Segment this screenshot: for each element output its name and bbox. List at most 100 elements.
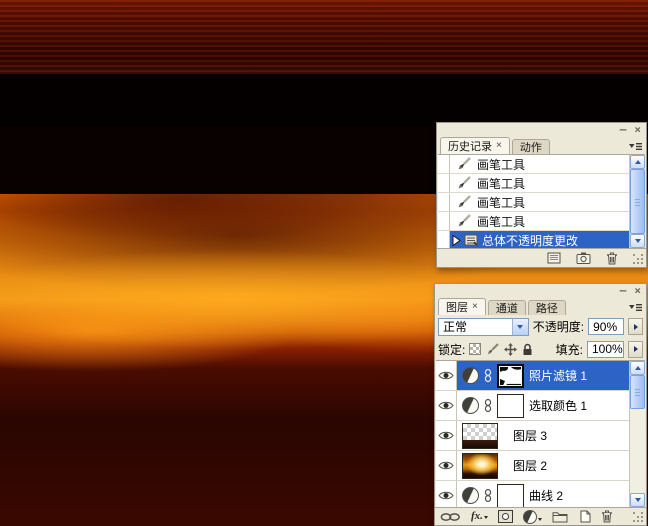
history-state-icon (464, 234, 479, 247)
layers-scroll-thumb[interactable] (630, 375, 645, 409)
scroll-up-icon[interactable] (630, 155, 645, 169)
history-footer (437, 248, 646, 267)
fill-value: 100% (592, 342, 623, 356)
history-tabrow: 历史记录 × 动作 (437, 136, 646, 154)
minimize-icon[interactable]: – (620, 124, 627, 135)
opacity-input[interactable]: 90% (588, 318, 625, 335)
visibility-toggle[interactable] (436, 391, 457, 420)
history-titlebar: – × (437, 123, 646, 136)
layer-name: 照片滤镜 1 (529, 369, 588, 383)
history-row-label: 总体不透明度更改 (482, 233, 579, 248)
layer-style-icon[interactable]: fx. (471, 511, 488, 522)
layer-name: 选取颜色 1 (529, 399, 588, 413)
opacity-value: 90% (593, 319, 618, 334)
lock-all-icon[interactable] (522, 343, 533, 356)
tab-layers[interactable]: 图层 × (438, 298, 486, 315)
tab-actions[interactable]: 动作 (511, 139, 550, 154)
layers-list: 照片滤镜 1 选取颜色 1 图层 3 图层 2 曲线 2 (436, 360, 645, 507)
history-source-checkbox[interactable] (438, 212, 450, 230)
add-mask-icon[interactable] (497, 510, 513, 523)
delete-icon[interactable] (606, 252, 618, 265)
history-source-checkbox[interactable] (438, 155, 450, 173)
delete-layer-icon[interactable] (601, 510, 613, 523)
lock-transparency-icon[interactable] (469, 343, 482, 355)
mask-link-icon[interactable] (484, 489, 492, 502)
visibility-toggle[interactable] (436, 421, 457, 450)
blend-mode-select[interactable]: 正常 (438, 317, 529, 336)
new-layer-icon[interactable] (578, 510, 591, 523)
fill-slider-icon[interactable] (628, 340, 643, 358)
close-icon[interactable]: × (634, 285, 641, 296)
adjustment-layer-icon[interactable] (462, 367, 479, 384)
history-row[interactable]: 画笔工具 (438, 212, 629, 231)
visibility-toggle[interactable] (436, 451, 457, 480)
layers-titlebar: – × (435, 284, 646, 297)
lock-position-icon[interactable] (504, 342, 518, 356)
tab-close-icon[interactable]: × (496, 140, 502, 151)
current-state-pointer-icon (452, 234, 461, 246)
mask-link-icon[interactable] (484, 369, 492, 382)
adjustment-layer-icon[interactable] (462, 397, 479, 414)
chevron-down-icon[interactable] (511, 318, 528, 335)
lock-fill-row: 锁定: 填充: 100% (435, 338, 646, 360)
history-row-label: 画笔工具 (477, 195, 526, 210)
fill-input[interactable]: 100% (587, 340, 624, 358)
scroll-down-icon[interactable] (630, 493, 645, 507)
history-list: 画笔工具 画笔工具 画笔工具 画笔工具 总体不透明度更改 (438, 154, 645, 248)
history-source-checkbox[interactable] (438, 174, 450, 192)
brush-icon (457, 195, 471, 209)
layer-thumbnail[interactable] (462, 422, 498, 449)
tab-paths[interactable]: 路径 (527, 300, 566, 315)
history-row[interactable]: 画笔工具 (438, 155, 629, 174)
panel-menu-icon[interactable] (629, 142, 643, 151)
panel-menu-icon[interactable] (629, 303, 643, 312)
minimize-icon[interactable]: – (620, 285, 627, 296)
tab-history[interactable]: 历史记录 × (440, 137, 510, 154)
adjustment-layer-icon[interactable] (462, 487, 479, 504)
lock-image-icon[interactable] (486, 342, 500, 356)
layers-panel: – × 图层 × 通道 路径 正常 不透明度: 90% 锁定: 填充: 100%… (434, 283, 647, 526)
link-layers-icon[interactable] (440, 512, 461, 522)
history-scroll-thumb[interactable] (630, 169, 645, 234)
fill-label: 填充: (555, 342, 583, 357)
mask-link-icon[interactable] (484, 399, 492, 412)
layer-mask-thumbnail[interactable] (497, 483, 524, 507)
layer-thumbnail[interactable] (462, 452, 498, 479)
layers-scrollbar[interactable] (629, 361, 645, 507)
history-source-checkbox[interactable] (438, 231, 450, 248)
history-row[interactable]: 画笔工具 (438, 174, 629, 193)
new-document-from-state-icon[interactable] (547, 252, 561, 264)
tab-actions-label: 动作 (519, 141, 542, 154)
close-icon[interactable]: × (634, 124, 641, 135)
layer-row[interactable]: 图层 2 (436, 451, 629, 481)
new-adjustment-icon[interactable] (522, 509, 542, 524)
scroll-up-icon[interactable] (630, 361, 645, 375)
history-row[interactable]: 画笔工具 (438, 193, 629, 212)
brush-icon (457, 176, 471, 190)
resize-grip[interactable] (633, 512, 644, 523)
opacity-label: 不透明度: (532, 320, 585, 334)
new-snapshot-icon[interactable] (576, 252, 591, 264)
layer-mask-thumbnail[interactable] (497, 363, 524, 388)
layer-row[interactable]: 曲线 2 (436, 481, 629, 507)
history-source-checkbox[interactable] (438, 193, 450, 211)
layer-name: 曲线 2 (529, 489, 564, 503)
tab-channels-label: 通道 (495, 302, 518, 315)
new-group-icon[interactable] (552, 511, 568, 523)
history-scrollbar[interactable] (629, 155, 645, 248)
scroll-down-icon[interactable] (630, 234, 645, 248)
history-row-label: 画笔工具 (477, 176, 526, 191)
history-panel: – × 历史记录 × 动作 画笔工具 画笔工具 画笔工具 画笔工具 总体不透明度… (436, 122, 647, 268)
tab-close-icon[interactable]: × (472, 301, 478, 312)
opacity-slider-icon[interactable] (628, 318, 643, 335)
layer-row[interactable]: 图层 3 (436, 421, 629, 451)
tab-channels[interactable]: 通道 (487, 300, 526, 315)
layers-footer: fx. (435, 507, 646, 525)
layer-row[interactable]: 选取颜色 1 (436, 391, 629, 421)
layer-row[interactable]: 照片滤镜 1 (436, 361, 629, 391)
visibility-toggle[interactable] (436, 361, 457, 390)
visibility-toggle[interactable] (436, 481, 457, 507)
history-row-selected[interactable]: 总体不透明度更改 (438, 231, 629, 248)
layer-mask-thumbnail[interactable] (497, 393, 524, 418)
resize-grip[interactable] (633, 254, 644, 265)
